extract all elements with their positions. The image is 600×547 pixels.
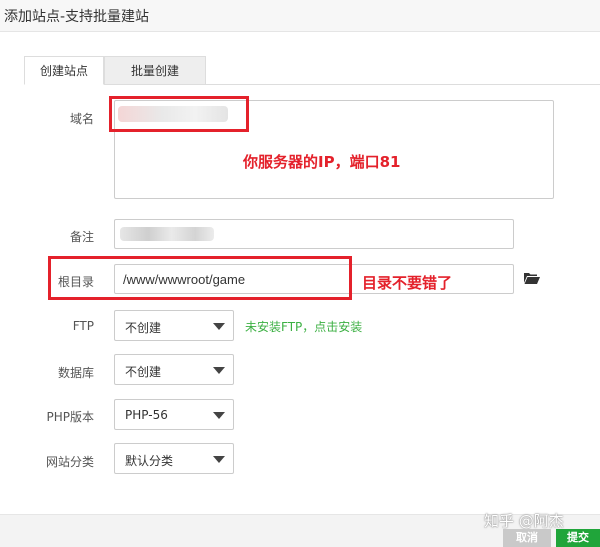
dialog-title: 添加站点-支持批量建站 — [4, 9, 150, 25]
tab-divider — [24, 84, 600, 85]
ftp-install-link[interactable]: 未安装FTP，点击安装 — [245, 318, 362, 335]
watermark: 知乎 @阿杰 — [484, 512, 564, 530]
root-highlight-box — [48, 256, 352, 300]
folder-open-icon[interactable] — [524, 272, 540, 284]
chevron-down-icon — [213, 367, 225, 374]
database-select[interactable]: 不创建 — [114, 354, 234, 385]
category-label: 网站分类 — [45, 455, 94, 469]
domain-annotation: 你服务器的IP，端口81 — [243, 153, 401, 171]
domain-highlight-box — [109, 96, 249, 132]
tab-batch-create[interactable]: 批量创建 — [104, 56, 206, 85]
cancel-button[interactable]: 取消 — [503, 529, 551, 547]
domain-label: 域名 — [69, 112, 94, 126]
database-selected-value: 不创建 — [125, 365, 162, 379]
submit-button[interactable]: 提交 — [556, 529, 600, 547]
tab-create-site[interactable]: 创建站点 — [24, 56, 104, 85]
php-version-select[interactable]: PHP-56 — [114, 399, 234, 430]
root-annotation: 目录不要错了 — [362, 274, 453, 292]
redacted-remark — [120, 227, 214, 241]
category-selected-value: 默认分类 — [125, 454, 174, 468]
dialog-titlebar: 添加站点-支持批量建站 — [0, 0, 600, 32]
php-label: PHP版本 — [46, 410, 95, 424]
chevron-down-icon — [213, 323, 225, 330]
chevron-down-icon — [213, 456, 225, 463]
chevron-down-icon — [213, 412, 225, 419]
ftp-selected-value: 不创建 — [125, 321, 162, 335]
remark-label: 备注 — [69, 230, 94, 244]
database-label: 数据库 — [57, 366, 94, 380]
ftp-label: FTP — [72, 319, 94, 333]
php-selected-value: PHP-56 — [125, 408, 168, 422]
category-select[interactable]: 默认分类 — [114, 443, 234, 474]
ftp-select[interactable]: 不创建 — [114, 310, 234, 341]
